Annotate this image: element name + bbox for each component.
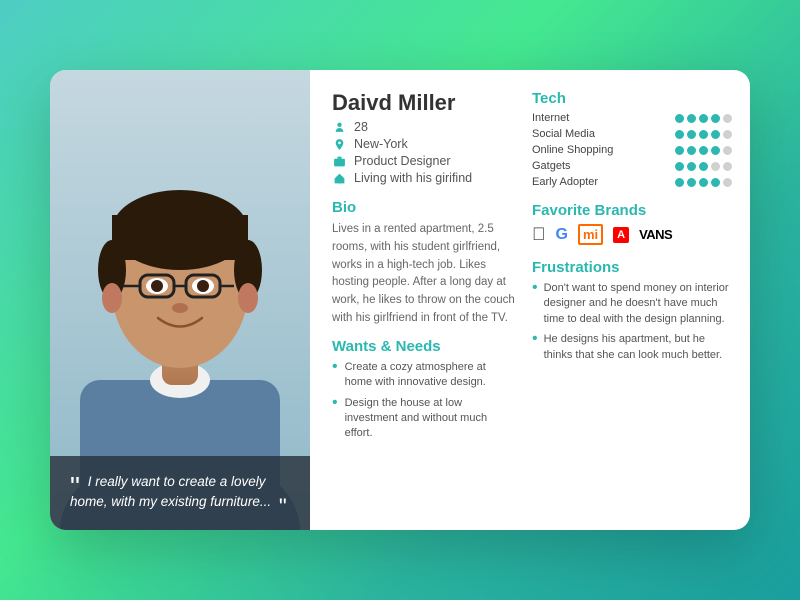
bio-section: Bio Lives in a rented apartment, 2.5 roo… xyxy=(332,199,516,328)
wants-title: Wants & Needs xyxy=(332,338,516,355)
dot-filled-0-1 xyxy=(687,114,696,123)
tech-dots-0 xyxy=(675,114,732,123)
frustrations-section: Frustrations • Don't want to spend money… xyxy=(532,259,732,363)
briefcase-icon xyxy=(332,154,346,168)
tech-row-3: Gatgets xyxy=(532,160,732,172)
meta-list: 28 New-York Product Design xyxy=(332,120,516,185)
tech-label-3: Gatgets xyxy=(532,160,571,172)
quote-text: I really want to create a lovely home, w… xyxy=(70,474,271,509)
wants-item-2: • Design the house at low investment and… xyxy=(332,396,516,442)
tech-label-2: Online Shopping xyxy=(532,144,613,156)
dot-empty-2-0 xyxy=(723,146,732,155)
wants-item-1: • Create a cozy atmosphere at home with … xyxy=(332,360,516,391)
tech-dots-4 xyxy=(675,178,732,187)
dot-empty-4-0 xyxy=(723,178,732,187)
dot-filled-2-0 xyxy=(675,146,684,155)
tech-label-0: Internet xyxy=(532,112,569,124)
wants-text-1: Create a cozy atmosphere at home with in… xyxy=(345,360,516,391)
tech-label-1: Social Media xyxy=(532,128,595,140)
home-icon xyxy=(332,171,346,185)
dot-empty-3-1 xyxy=(723,162,732,171)
profile-card: " I really want to create a lovely home,… xyxy=(50,70,750,530)
brands-title: Favorite Brands xyxy=(532,202,732,219)
meta-job: Product Designer xyxy=(332,154,516,168)
dot-filled-0-3 xyxy=(711,114,720,123)
frustration-item-1: • Don't want to spend money on interior … xyxy=(532,281,732,327)
tech-dots-2 xyxy=(675,146,732,155)
tech-dots-3 xyxy=(675,162,732,171)
wants-text-2: Design the house at low investment and w… xyxy=(345,396,516,442)
bio-title: Bio xyxy=(332,199,516,216)
dot-empty-0-0 xyxy=(723,114,732,123)
dot-filled-1-2 xyxy=(699,130,708,139)
dot-filled-3-0 xyxy=(675,162,684,171)
person-name: Daivd Miller xyxy=(332,90,516,116)
bio-text: Lives in a rented apartment, 2.5 rooms, … xyxy=(332,221,516,328)
left-column: Daivd Miller 28 New-York xyxy=(332,90,516,514)
dot-filled-2-1 xyxy=(687,146,696,155)
brand-apple:  xyxy=(532,224,546,245)
dot-filled-4-3 xyxy=(711,178,720,187)
info-section: Daivd Miller 28 New-York xyxy=(310,70,750,530)
right-column: Tech Internet Social Media Online Shopping… xyxy=(532,90,732,514)
frustration-bullet-2: • xyxy=(532,331,538,363)
dot-empty-1-0 xyxy=(723,130,732,139)
frustrations-title: Frustrations xyxy=(532,259,732,276)
tech-row-4: Early Adopter xyxy=(532,176,732,188)
tech-row-1: Social Media xyxy=(532,128,732,140)
dot-filled-1-3 xyxy=(711,130,720,139)
person-icon xyxy=(332,120,346,134)
brand-adobe: A xyxy=(613,227,629,243)
frustration-text-1: Don't want to spend money on interior de… xyxy=(544,281,732,327)
bullet-1: • xyxy=(332,359,338,391)
quote-overlay: " I really want to create a lovely home,… xyxy=(50,456,310,531)
brands-section: Favorite Brands  G mi A VANS xyxy=(532,202,732,245)
dot-filled-0-0 xyxy=(675,114,684,123)
dot-filled-1-0 xyxy=(675,130,684,139)
tech-section: Tech Internet Social Media Online Shopping… xyxy=(532,90,732,188)
dot-empty-3-0 xyxy=(711,162,720,171)
tech-label-4: Early Adopter xyxy=(532,176,598,188)
tech-title: Tech xyxy=(532,90,732,107)
meta-location: New-York xyxy=(332,137,516,151)
meta-age: 28 xyxy=(332,120,516,134)
dot-filled-1-1 xyxy=(687,130,696,139)
photo-section: " I really want to create a lovely home,… xyxy=(50,70,310,530)
meta-living: Living with his girifind xyxy=(332,171,516,185)
dot-filled-2-3 xyxy=(711,146,720,155)
tech-row-2: Online Shopping xyxy=(532,144,732,156)
dot-filled-3-2 xyxy=(699,162,708,171)
frustration-item-2: • He designs his apartment, but he think… xyxy=(532,332,732,363)
frustration-bullet-1: • xyxy=(532,280,538,327)
bullet-2: • xyxy=(332,395,338,442)
tech-rows: Internet Social Media Online Shopping Gatge… xyxy=(532,112,732,188)
tech-row-0: Internet xyxy=(532,112,732,124)
wants-list: • Create a cozy atmosphere at home with … xyxy=(332,360,516,442)
frustration-text-2: He designs his apartment, but he thinks … xyxy=(544,332,732,363)
brands-row:  G mi A VANS xyxy=(532,224,732,245)
dot-filled-4-0 xyxy=(675,178,684,187)
brand-google: G xyxy=(556,226,568,244)
tech-dots-1 xyxy=(675,130,732,139)
wants-section: Wants & Needs • Create a cozy atmosphere… xyxy=(332,338,516,442)
dot-filled-3-1 xyxy=(687,162,696,171)
dot-filled-2-2 xyxy=(699,146,708,155)
brand-vans: VANS xyxy=(639,227,672,242)
frustrations-list: • Don't want to spend money on interior … xyxy=(532,281,732,363)
brand-mi: mi xyxy=(578,224,603,245)
location-icon xyxy=(332,137,346,151)
dot-filled-4-2 xyxy=(699,178,708,187)
dot-filled-4-1 xyxy=(687,178,696,187)
dot-filled-0-2 xyxy=(699,114,708,123)
